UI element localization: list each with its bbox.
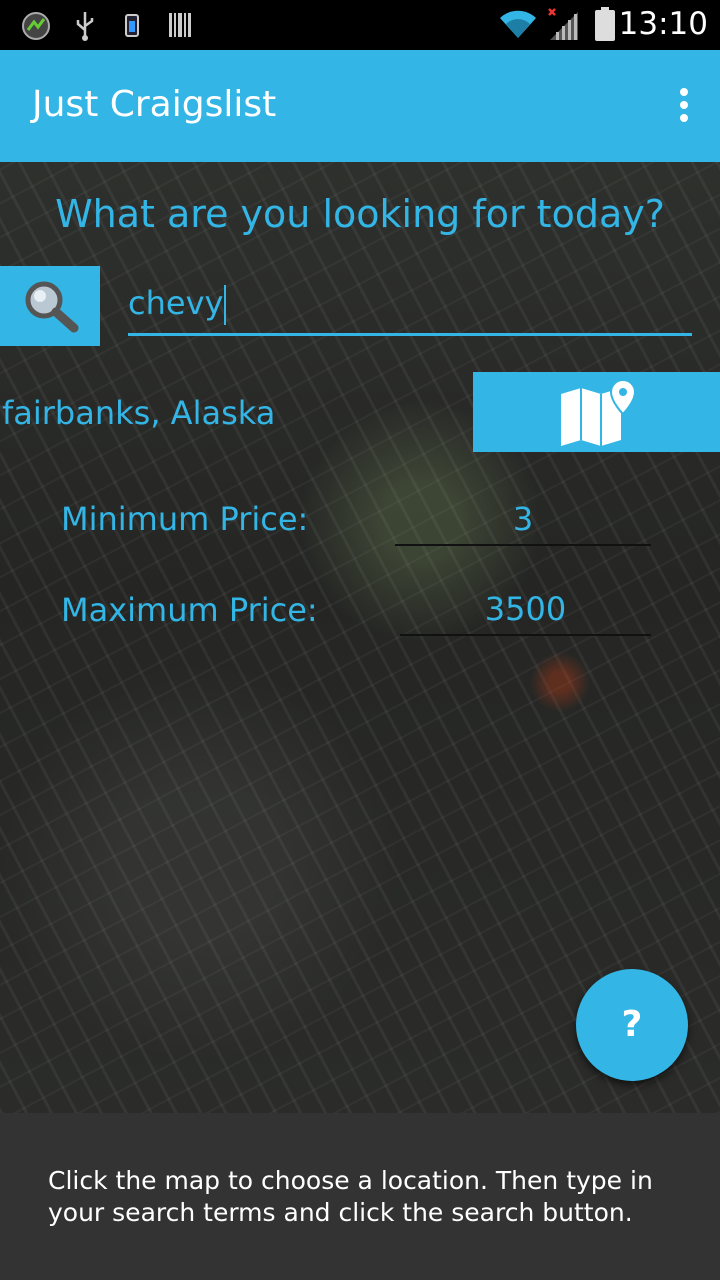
app-title: Just Craigslist <box>32 84 277 125</box>
max-price-input[interactable]: 3500 <box>400 580 651 636</box>
battery-icon <box>595 7 615 41</box>
barcode-icon <box>169 13 191 37</box>
min-price-label: Minimum Price: <box>61 500 309 538</box>
page-headline: What are you looking for today? <box>55 192 665 236</box>
info-text: Click the map to choose a location. Then… <box>48 1166 653 1227</box>
app-bar: Just Craigslist <box>0 50 720 162</box>
status-bar: 13:10 <box>0 0 720 50</box>
wifi-icon <box>500 10 536 38</box>
search-button[interactable] <box>0 266 100 346</box>
overflow-menu-icon[interactable] <box>678 88 690 124</box>
map-icon <box>561 378 637 446</box>
battery-saver-icon <box>125 14 139 37</box>
usb-icon <box>76 12 94 41</box>
info-panel: Click the map to choose a location. Then… <box>0 1113 720 1280</box>
map-button[interactable] <box>473 372 720 452</box>
app-notification-icon <box>22 12 50 40</box>
help-button[interactable]: ? <box>576 969 688 1081</box>
search-icon <box>25 281 79 333</box>
text-caret <box>224 285 227 325</box>
location-label: fairbanks, Alaska <box>2 394 276 432</box>
main-content: What are you looking for today? chevy fa… <box>0 162 720 1113</box>
signal-icon <box>548 8 578 40</box>
search-input[interactable]: chevy <box>128 274 692 336</box>
status-time: 13:10 <box>618 6 708 42</box>
max-price-label: Maximum Price: <box>61 591 318 629</box>
search-input-value: chevy <box>128 284 224 322</box>
min-price-input[interactable]: 3 <box>395 490 651 546</box>
